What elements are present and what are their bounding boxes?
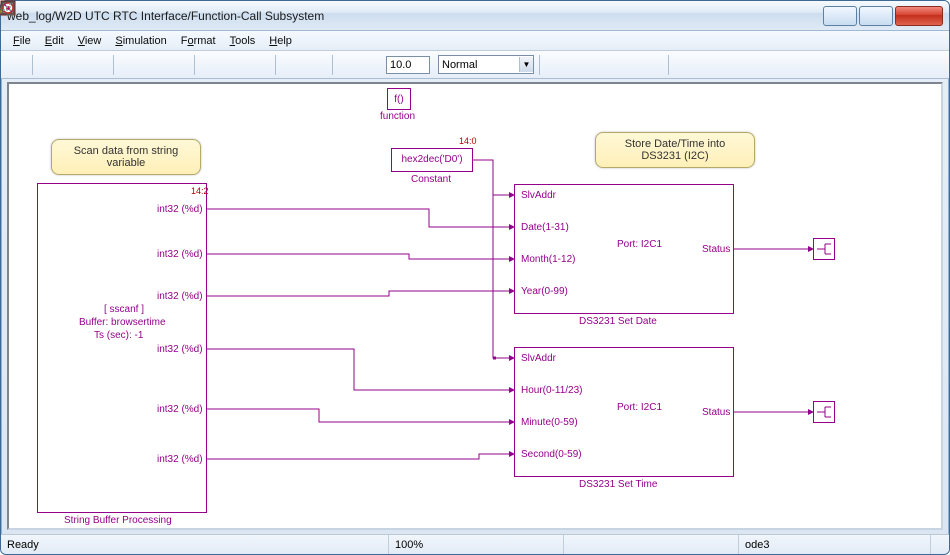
menu-format[interactable]: Format: [175, 34, 222, 48]
toolbar: 10.0 Normal ▼: [1, 51, 949, 79]
simmode-combo[interactable]: Normal ▼: [438, 55, 534, 74]
save-button[interactable]: [62, 54, 84, 76]
statusbar: Ready 100% ode3: [1, 534, 949, 554]
print-button[interactable]: [86, 54, 108, 76]
window-buttons: [821, 6, 943, 26]
app-window: web_log/W2D UTC RTC Interface/Function-C…: [0, 0, 950, 555]
open-button[interactable]: [38, 54, 60, 76]
up-button[interactable]: [248, 54, 270, 76]
build-button[interactable]: [545, 54, 567, 76]
status-blank: [564, 535, 739, 554]
debug-icon[interactable]: [722, 54, 744, 76]
library-browser-icon[interactable]: [674, 54, 696, 76]
window-title: web_log/W2D UTC RTC Interface/Function-C…: [7, 9, 821, 23]
chip-icon[interactable]: [641, 54, 663, 76]
menu-edit[interactable]: Edit: [39, 34, 70, 48]
status-ready: Ready: [1, 535, 389, 554]
minimize-button[interactable]: [823, 6, 857, 26]
target-options-icon[interactable]: [593, 54, 615, 76]
stacked-icon[interactable]: [617, 54, 639, 76]
wires: [9, 84, 943, 530]
stop-button[interactable]: [362, 54, 384, 76]
back-button[interactable]: [200, 54, 222, 76]
stoptime-input[interactable]: 10.0: [386, 56, 430, 74]
titlebar[interactable]: web_log/W2D UTC RTC Interface/Function-C…: [1, 1, 949, 31]
paste-button[interactable]: [167, 54, 189, 76]
status-solver: ode3: [739, 535, 931, 554]
status-zoom: 100%: [389, 535, 564, 554]
incremental-build-icon[interactable]: [569, 54, 591, 76]
menu-tools[interactable]: Tools: [224, 34, 262, 48]
new-button[interactable]: [5, 54, 27, 76]
refresh-icon[interactable]: [746, 54, 768, 76]
cut-button[interactable]: [119, 54, 141, 76]
redo-button[interactable]: [305, 54, 327, 76]
menu-help[interactable]: Help: [263, 34, 298, 48]
chevron-down-icon: ▼: [519, 57, 533, 72]
canvas[interactable]: f() function Scan data from stringvariab…: [7, 82, 943, 530]
menubar: File Edit View Simulation Format Tools H…: [1, 31, 949, 51]
model-explorer-icon[interactable]: [698, 54, 720, 76]
close-button[interactable]: [895, 6, 943, 26]
menu-simulation[interactable]: Simulation: [109, 34, 172, 48]
copy-button[interactable]: [143, 54, 165, 76]
menu-view[interactable]: View: [72, 34, 108, 48]
run-button[interactable]: [338, 54, 360, 76]
simmode-label: Normal: [442, 59, 477, 71]
forward-button[interactable]: [224, 54, 246, 76]
resize-grip[interactable]: [931, 544, 949, 546]
undo-button[interactable]: [281, 54, 303, 76]
maximize-button[interactable]: [859, 6, 893, 26]
menu-file[interactable]: File: [7, 34, 37, 48]
